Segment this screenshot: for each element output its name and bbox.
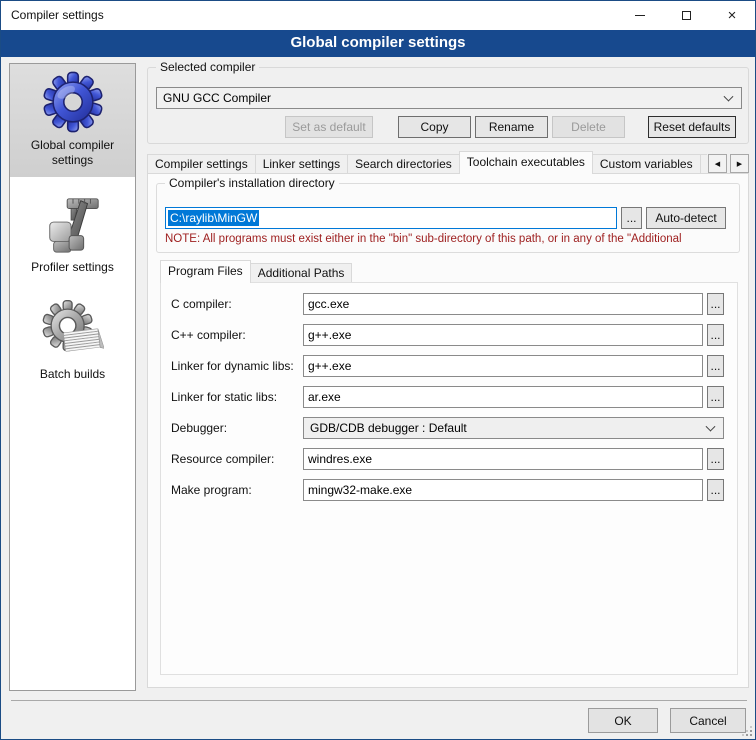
installation-directory-note: NOTE: All programs must exist either in …	[165, 233, 738, 245]
arrow-right-icon: ▶	[737, 160, 742, 168]
chevron-down-icon	[724, 92, 734, 102]
sidebar-item-batch-builds[interactable]: Batch builds	[10, 293, 135, 391]
resource-compiler-browse-button[interactable]: ...	[707, 448, 724, 470]
footer-separator	[11, 700, 747, 701]
tab-search-directories[interactable]: Search directories	[347, 154, 460, 174]
installation-directory-group-label: Compiler's installation directory	[165, 176, 339, 190]
debugger-dropdown[interactable]: GDB/CDB debugger : Default	[303, 417, 724, 439]
sidebar-item-label: Batch builds	[12, 367, 133, 382]
program-label: Linker for dynamic libs:	[171, 359, 303, 373]
tab-linker-settings[interactable]: Linker settings	[255, 154, 348, 174]
program-label: C++ compiler:	[171, 328, 303, 342]
titlebar: Compiler settings ×	[1, 1, 755, 30]
linker-for-static-libs-browse-button[interactable]: ...	[707, 386, 724, 408]
sidebar-item-global-compiler-settings[interactable]: Global compiler settings	[10, 64, 135, 177]
set-as-default-button: Set as default	[285, 116, 373, 138]
c-compiler-input[interactable]	[303, 293, 703, 315]
program-label: Linker for static libs:	[171, 390, 303, 404]
minimize-icon	[635, 15, 645, 16]
batch-builds-icon	[42, 300, 104, 362]
arrow-left-icon: ◀	[715, 160, 720, 168]
tab-compiler-settings[interactable]: Compiler settings	[147, 154, 256, 174]
tab-scroll-left-button[interactable]: ◀	[708, 154, 727, 173]
c-compiler-browse-button[interactable]: ...	[707, 324, 724, 346]
selected-compiler-group-label: Selected compiler	[156, 60, 259, 74]
close-button[interactable]: ×	[709, 1, 755, 30]
selected-compiler-group: Selected compiler GNU GCC Compiler Set a…	[147, 67, 749, 144]
copy-button[interactable]: Copy	[398, 116, 471, 138]
main-tabstrip: Compiler settingsLinker settingsSearch d…	[147, 151, 749, 174]
make-program-browse-button[interactable]: ...	[707, 479, 724, 501]
rename-button[interactable]: Rename	[475, 116, 548, 138]
chevron-down-icon	[706, 422, 716, 432]
program-row-linker-for-static-libs: Linker for static libs:...	[171, 386, 737, 408]
make-program-input[interactable]	[303, 479, 703, 501]
maximize-button[interactable]	[663, 1, 709, 30]
maximize-icon	[682, 11, 691, 20]
program-row-linker-for-dynamic-libs: Linker for dynamic libs:...	[171, 355, 737, 377]
tab-toolchain-executables[interactable]: Toolchain executables	[459, 151, 593, 174]
installation-directory-value: C:\raylib\MinGW	[168, 210, 259, 226]
program-label: Make program:	[171, 483, 303, 497]
profiler-caliper-icon	[42, 193, 104, 255]
cancel-button[interactable]: Cancel	[670, 708, 746, 733]
program-row-c-compiler: C++ compiler:...	[171, 324, 737, 346]
program-row-debugger: Debugger: GDB/CDB debugger : Default	[171, 417, 737, 439]
compiler-select-value: GNU GCC Compiler	[163, 91, 271, 105]
autodetect-button[interactable]: Auto-detect	[646, 207, 726, 229]
subtab-program-files[interactable]: Program Files	[160, 260, 251, 283]
dropdown-value: GDB/CDB debugger : Default	[310, 421, 467, 435]
compiler-settings-window: Compiler settings × Global compiler sett…	[0, 0, 756, 740]
resource-compiler-input[interactable]	[303, 448, 703, 470]
tab-custom-variables[interactable]: Custom variables	[592, 154, 701, 174]
ok-button[interactable]: OK	[588, 708, 658, 733]
main-tabs: Compiler settingsLinker settingsSearch d…	[147, 151, 707, 174]
linker-for-dynamic-libs-input[interactable]	[303, 355, 703, 377]
program-label: Resource compiler:	[171, 452, 303, 466]
tab-build[interactable]: Build	[700, 154, 707, 174]
subtab-additional-paths[interactable]: Additional Paths	[250, 263, 353, 283]
sidebar: Global compiler settings Profiler settin…	[9, 63, 136, 691]
delete-button: Delete	[552, 116, 625, 138]
tab-scroll-buttons: ◀ ▶	[708, 154, 749, 173]
program-files-pane: C compiler:...C++ compiler:...Linker for…	[160, 282, 738, 675]
program-subtabs: Program FilesAdditional Paths	[160, 260, 351, 283]
window-title: Compiler settings	[11, 1, 104, 30]
installation-directory-input[interactable]: C:\raylib\MinGW	[165, 207, 617, 229]
compiler-select-dropdown[interactable]: GNU GCC Compiler	[156, 87, 742, 109]
c-compiler-input[interactable]	[303, 324, 703, 346]
sidebar-item-profiler-settings[interactable]: Profiler settings	[10, 186, 135, 284]
tab-scroll-right-button[interactable]: ▶	[730, 154, 749, 173]
close-icon: ×	[728, 8, 737, 23]
resize-grip[interactable]	[741, 725, 752, 736]
caption-buttons: ×	[617, 1, 755, 30]
linker-for-static-libs-input[interactable]	[303, 386, 703, 408]
installation-directory-group: Compiler's installation directory C:\ray…	[156, 183, 740, 253]
reset-defaults-button[interactable]: Reset defaults	[648, 116, 736, 138]
linker-for-dynamic-libs-browse-button[interactable]: ...	[707, 355, 724, 377]
compiler-gear-icon	[42, 71, 104, 133]
toolchain-executables-pane: Compiler's installation directory C:\ray…	[147, 173, 749, 688]
minimize-button[interactable]	[617, 1, 663, 30]
program-row-make-program: Make program:...	[171, 479, 737, 501]
c-compiler-browse-button[interactable]: ...	[707, 293, 724, 315]
page-title: Global compiler settings	[1, 30, 755, 57]
program-label: C compiler:	[171, 297, 303, 311]
sidebar-item-label: Profiler settings	[12, 260, 133, 275]
program-row-resource-compiler: Resource compiler:...	[171, 448, 737, 470]
sidebar-item-label: Global compiler settings	[12, 138, 133, 168]
installation-directory-browse-button[interactable]: ...	[621, 207, 642, 229]
program-row-c-compiler: C compiler:...	[171, 293, 737, 315]
program-label: Debugger:	[171, 421, 303, 435]
